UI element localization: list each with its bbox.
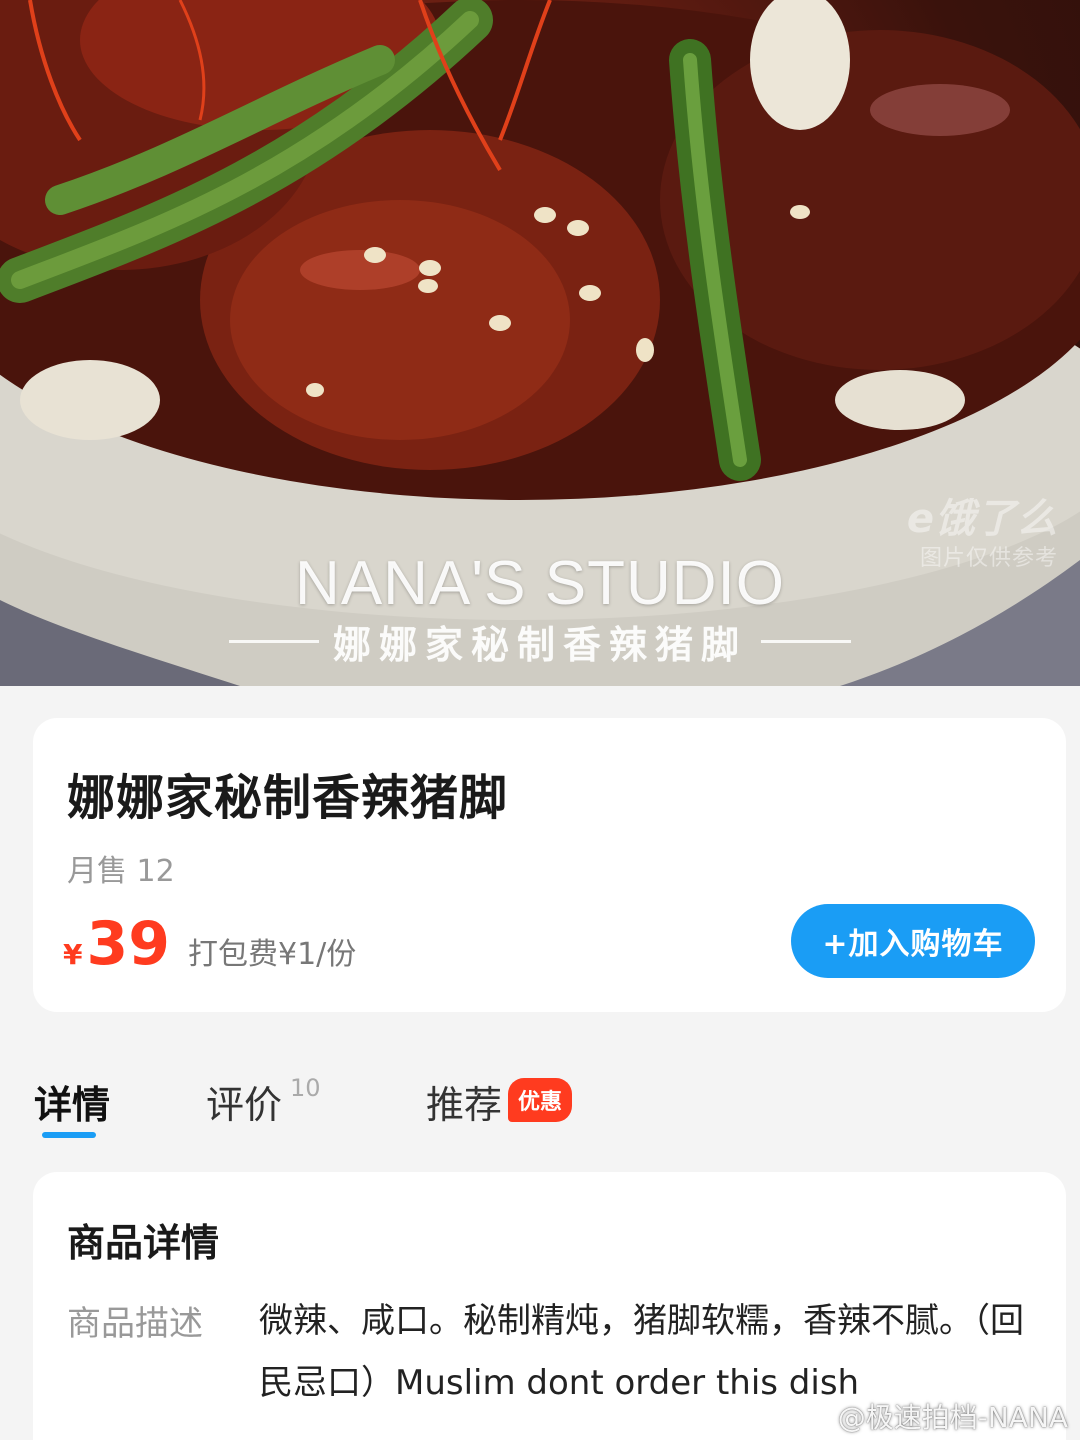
- price-currency-symbol: ¥: [63, 938, 83, 971]
- add-to-cart-button[interactable]: +加入购物车: [791, 904, 1035, 978]
- active-tab-indicator: [42, 1132, 96, 1138]
- subtitle-rule-left: [228, 640, 319, 643]
- packing-fee: 打包费¥1/份: [187, 937, 357, 972]
- product-hero-image: e饿了么 图片仅供参考 NANA'S STUDIO 娜娜家秘制香辣猪脚: [0, 0, 1080, 686]
- tab-details[interactable]: 详情: [34, 1074, 110, 1129]
- product-title: 娜娜家秘制香辣猪脚: [67, 770, 509, 826]
- hero-subtitle: 娜娜家秘制香辣猪脚: [0, 614, 1080, 669]
- reviews-count: 10: [290, 1074, 321, 1102]
- hero-brand-name: NANA'S STUDIO: [295, 549, 785, 618]
- hero-subtitle-text: 娜娜家秘制香辣猪脚: [332, 622, 747, 667]
- weibo-watermark: @极速拍档-NANA: [796, 1396, 1068, 1436]
- monthly-sales: 月售 12: [67, 854, 175, 889]
- price-row: ¥ 39 打包费¥1/份: [63, 914, 356, 974]
- product-detail-page: e饿了么 图片仅供参考 NANA'S STUDIO 娜娜家秘制香辣猪脚 娜娜家秘…: [0, 0, 1080, 1440]
- details-heading: 商品详情: [67, 1221, 220, 1265]
- watermark-handle: @极速拍档-NANA: [837, 1401, 1068, 1434]
- detail-tabs: 详情 评价 10 推荐 优惠: [0, 1060, 1080, 1150]
- description-label: 商品描述: [67, 1304, 203, 1344]
- tab-recommend[interactable]: 推荐: [426, 1074, 502, 1129]
- weibo-icon: [796, 1403, 831, 1431]
- eleme-watermark-logo: e饿了么: [906, 496, 1058, 542]
- subtitle-rule-right: [761, 640, 851, 643]
- discount-badge: 优惠: [508, 1078, 573, 1122]
- tab-reviews[interactable]: 评价: [206, 1074, 282, 1129]
- product-info-card: 娜娜家秘制香辣猪脚 月售 12 ¥ 39 打包费¥1/份 +加入购物车: [33, 718, 1066, 1012]
- price-value: 39: [86, 909, 170, 979]
